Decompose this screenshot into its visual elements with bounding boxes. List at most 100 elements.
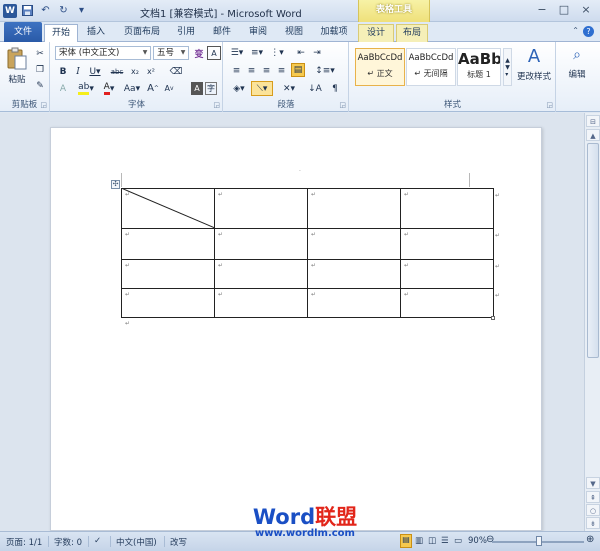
shrink-font-icon[interactable]: Av [163, 82, 175, 95]
scroll-down-icon[interactable]: ▼ [586, 477, 600, 489]
minimize-ribbon-icon[interactable]: ⌃ [572, 26, 579, 37]
borders-icon[interactable]: ⟍▾ [251, 81, 273, 96]
web-layout-icon[interactable]: ◫ [428, 536, 436, 546]
tab-page-layout[interactable]: 页面布局 [118, 24, 166, 42]
vertical-scrollbar[interactable]: ⊟ ▲ ▼ ⇞ ○ ⇟ [584, 113, 600, 531]
scroll-thumb[interactable] [587, 143, 599, 358]
chevron-down-icon[interactable]: ▼ [140, 47, 150, 59]
style-heading-1[interactable]: AaBb 标题 1 [457, 48, 501, 86]
table-cell[interactable]: ↵ [400, 188, 494, 229]
binoculars-icon[interactable]: ⌕ [565, 44, 589, 66]
table-cell[interactable]: ↵ [214, 288, 308, 318]
table-cell[interactable]: ↵ [307, 288, 401, 318]
zoom-in-icon[interactable]: ⊕ [586, 534, 594, 545]
table-cell[interactable]: ↵ [121, 259, 215, 289]
overtype-mode[interactable]: 改写 [170, 536, 187, 548]
tab-mailings[interactable]: 邮件 [206, 24, 238, 42]
increase-indent-icon[interactable]: ⇥ [310, 46, 324, 59]
undo-icon[interactable]: ↶ [38, 3, 53, 18]
char-shading-icon[interactable]: A [191, 82, 203, 95]
bullets-icon[interactable]: ☰▾ [228, 46, 246, 59]
style-no-spacing[interactable]: AaBbCcDd ↵ 无间隔 [406, 48, 456, 86]
editing-label[interactable]: 编辑 [559, 68, 595, 80]
highlight-icon[interactable]: ab ▾ [77, 82, 95, 95]
table-cell[interactable]: ↵ [400, 288, 494, 318]
font-size-combo[interactable]: 五号 ▼ [153, 46, 189, 60]
table-cell-diagonal[interactable]: ↵ [121, 188, 215, 229]
show-marks-icon[interactable]: ¶ [328, 82, 342, 95]
tab-view[interactable]: 视图 [278, 24, 310, 42]
change-styles-icon[interactable]: A [520, 44, 548, 68]
phonetic-guide-icon[interactable]: 变 [192, 46, 206, 60]
language-indicator[interactable]: 中文(中国) [116, 536, 157, 548]
chinese-layout-icon[interactable]: ✕▾ [280, 82, 298, 95]
table-cell[interactable]: ↵ [121, 228, 215, 260]
previous-page-icon[interactable]: ⇞ [586, 491, 600, 503]
table-move-handle-icon[interactable]: ✣ [111, 180, 120, 189]
subscript-icon[interactable]: x₂ [128, 65, 142, 78]
align-center-icon[interactable]: ≡ [245, 64, 258, 77]
font-launcher-icon[interactable]: ◲ [213, 101, 220, 109]
italic-icon[interactable]: I [72, 65, 84, 78]
close-button[interactable]: × [578, 3, 594, 17]
save-icon[interactable] [20, 3, 35, 18]
word-count[interactable]: 字数: 0 [54, 536, 82, 548]
styles-launcher-icon[interactable]: ◲ [546, 101, 553, 109]
enclose-char-icon[interactable]: 字 [205, 82, 217, 95]
tab-table-design[interactable]: 设计 [358, 24, 394, 42]
tab-add-ins[interactable]: 加载项 [314, 24, 354, 42]
paragraph-launcher-icon[interactable]: ◲ [339, 101, 346, 109]
tab-review[interactable]: 审阅 [242, 24, 274, 42]
table-cell[interactable]: ↵ [307, 259, 401, 289]
tab-file[interactable]: 文件 [4, 22, 42, 42]
text-effects-icon[interactable]: A [57, 82, 69, 95]
change-styles-label[interactable]: 更改样式 [514, 70, 554, 82]
format-painter-icon[interactable]: ✎ [34, 80, 46, 92]
table-cell[interactable]: ↵ [121, 288, 215, 318]
sort-icon[interactable]: ↓A [308, 82, 322, 95]
font-color-icon[interactable]: A ▾ [100, 82, 118, 95]
cut-icon[interactable]: ✂ [34, 48, 46, 60]
document-page[interactable]: · ✣ ↵ ↵ ↵ ↵ ↵ ↵ ↵ ↵ ↵ ↵ ↵ ↵ ↵ ↵ ↵ ↵ ↵ ↵ … [50, 127, 542, 531]
change-case-icon[interactable]: Aa▾ [123, 82, 141, 95]
redo-icon[interactable]: ↻ [56, 3, 71, 18]
strikethrough-icon[interactable]: abc [109, 65, 125, 78]
maximize-button[interactable]: □ [556, 3, 572, 17]
zoom-slider-knob[interactable] [536, 536, 542, 546]
zoom-level[interactable]: 90% [468, 536, 487, 546]
style-normal[interactable]: AaBbCcDd ↵ 正文 [355, 48, 405, 86]
proofing-icon[interactable]: ✓ [94, 536, 101, 546]
print-layout-icon[interactable]: ▤ [400, 534, 412, 548]
scroll-up-icon[interactable]: ▲ [586, 129, 600, 141]
tab-references[interactable]: 引用 [170, 24, 202, 42]
full-screen-reading-icon[interactable]: ▥ [415, 536, 423, 546]
document-table[interactable]: ↵ ↵ ↵ ↵ ↵ ↵ ↵ ↵ ↵ ↵ ↵ ↵ ↵ ↵ ↵ ↵ [121, 188, 494, 318]
table-cell[interactable]: ↵ [214, 188, 308, 229]
align-left-icon[interactable]: ≡ [230, 64, 243, 77]
table-cell[interactable]: ↵ [307, 228, 401, 260]
char-border-icon[interactable]: A [207, 46, 221, 60]
numbering-icon[interactable]: ≡▾ [248, 46, 266, 59]
justify-icon[interactable]: ≡ [275, 64, 288, 77]
table-cell[interactable]: ↵ [400, 259, 494, 289]
paste-icon[interactable] [4, 46, 30, 72]
superscript-icon[interactable]: x² [144, 65, 158, 78]
chevron-down-icon[interactable]: ▼ [178, 47, 188, 59]
copy-icon[interactable]: ❐ [34, 64, 46, 76]
outline-icon[interactable]: ☰ [441, 536, 449, 546]
shading-icon[interactable]: ◈▾ [230, 82, 248, 95]
help-icon[interactable]: ? [583, 26, 594, 37]
font-name-combo[interactable]: 宋体 (中文正文) ▼ [55, 46, 151, 60]
draft-icon[interactable]: ▭ [454, 536, 462, 546]
align-right-icon[interactable]: ≡ [260, 64, 273, 77]
minimize-button[interactable]: − [534, 3, 550, 17]
select-browse-object-icon[interactable]: ○ [586, 504, 600, 516]
zoom-out-icon[interactable]: ⊖ [486, 534, 494, 545]
line-spacing-icon[interactable]: ↕≡▾ [315, 64, 335, 77]
decrease-indent-icon[interactable]: ⇤ [294, 46, 308, 59]
table-cell[interactable]: ↵ [307, 188, 401, 229]
tab-table-layout[interactable]: 布局 [396, 24, 428, 42]
customize-qat-icon[interactable]: ▾ [74, 3, 89, 18]
page-count[interactable]: 页面: 1/1 [6, 536, 42, 548]
multilevel-list-icon[interactable]: ⋮▾ [268, 46, 286, 59]
